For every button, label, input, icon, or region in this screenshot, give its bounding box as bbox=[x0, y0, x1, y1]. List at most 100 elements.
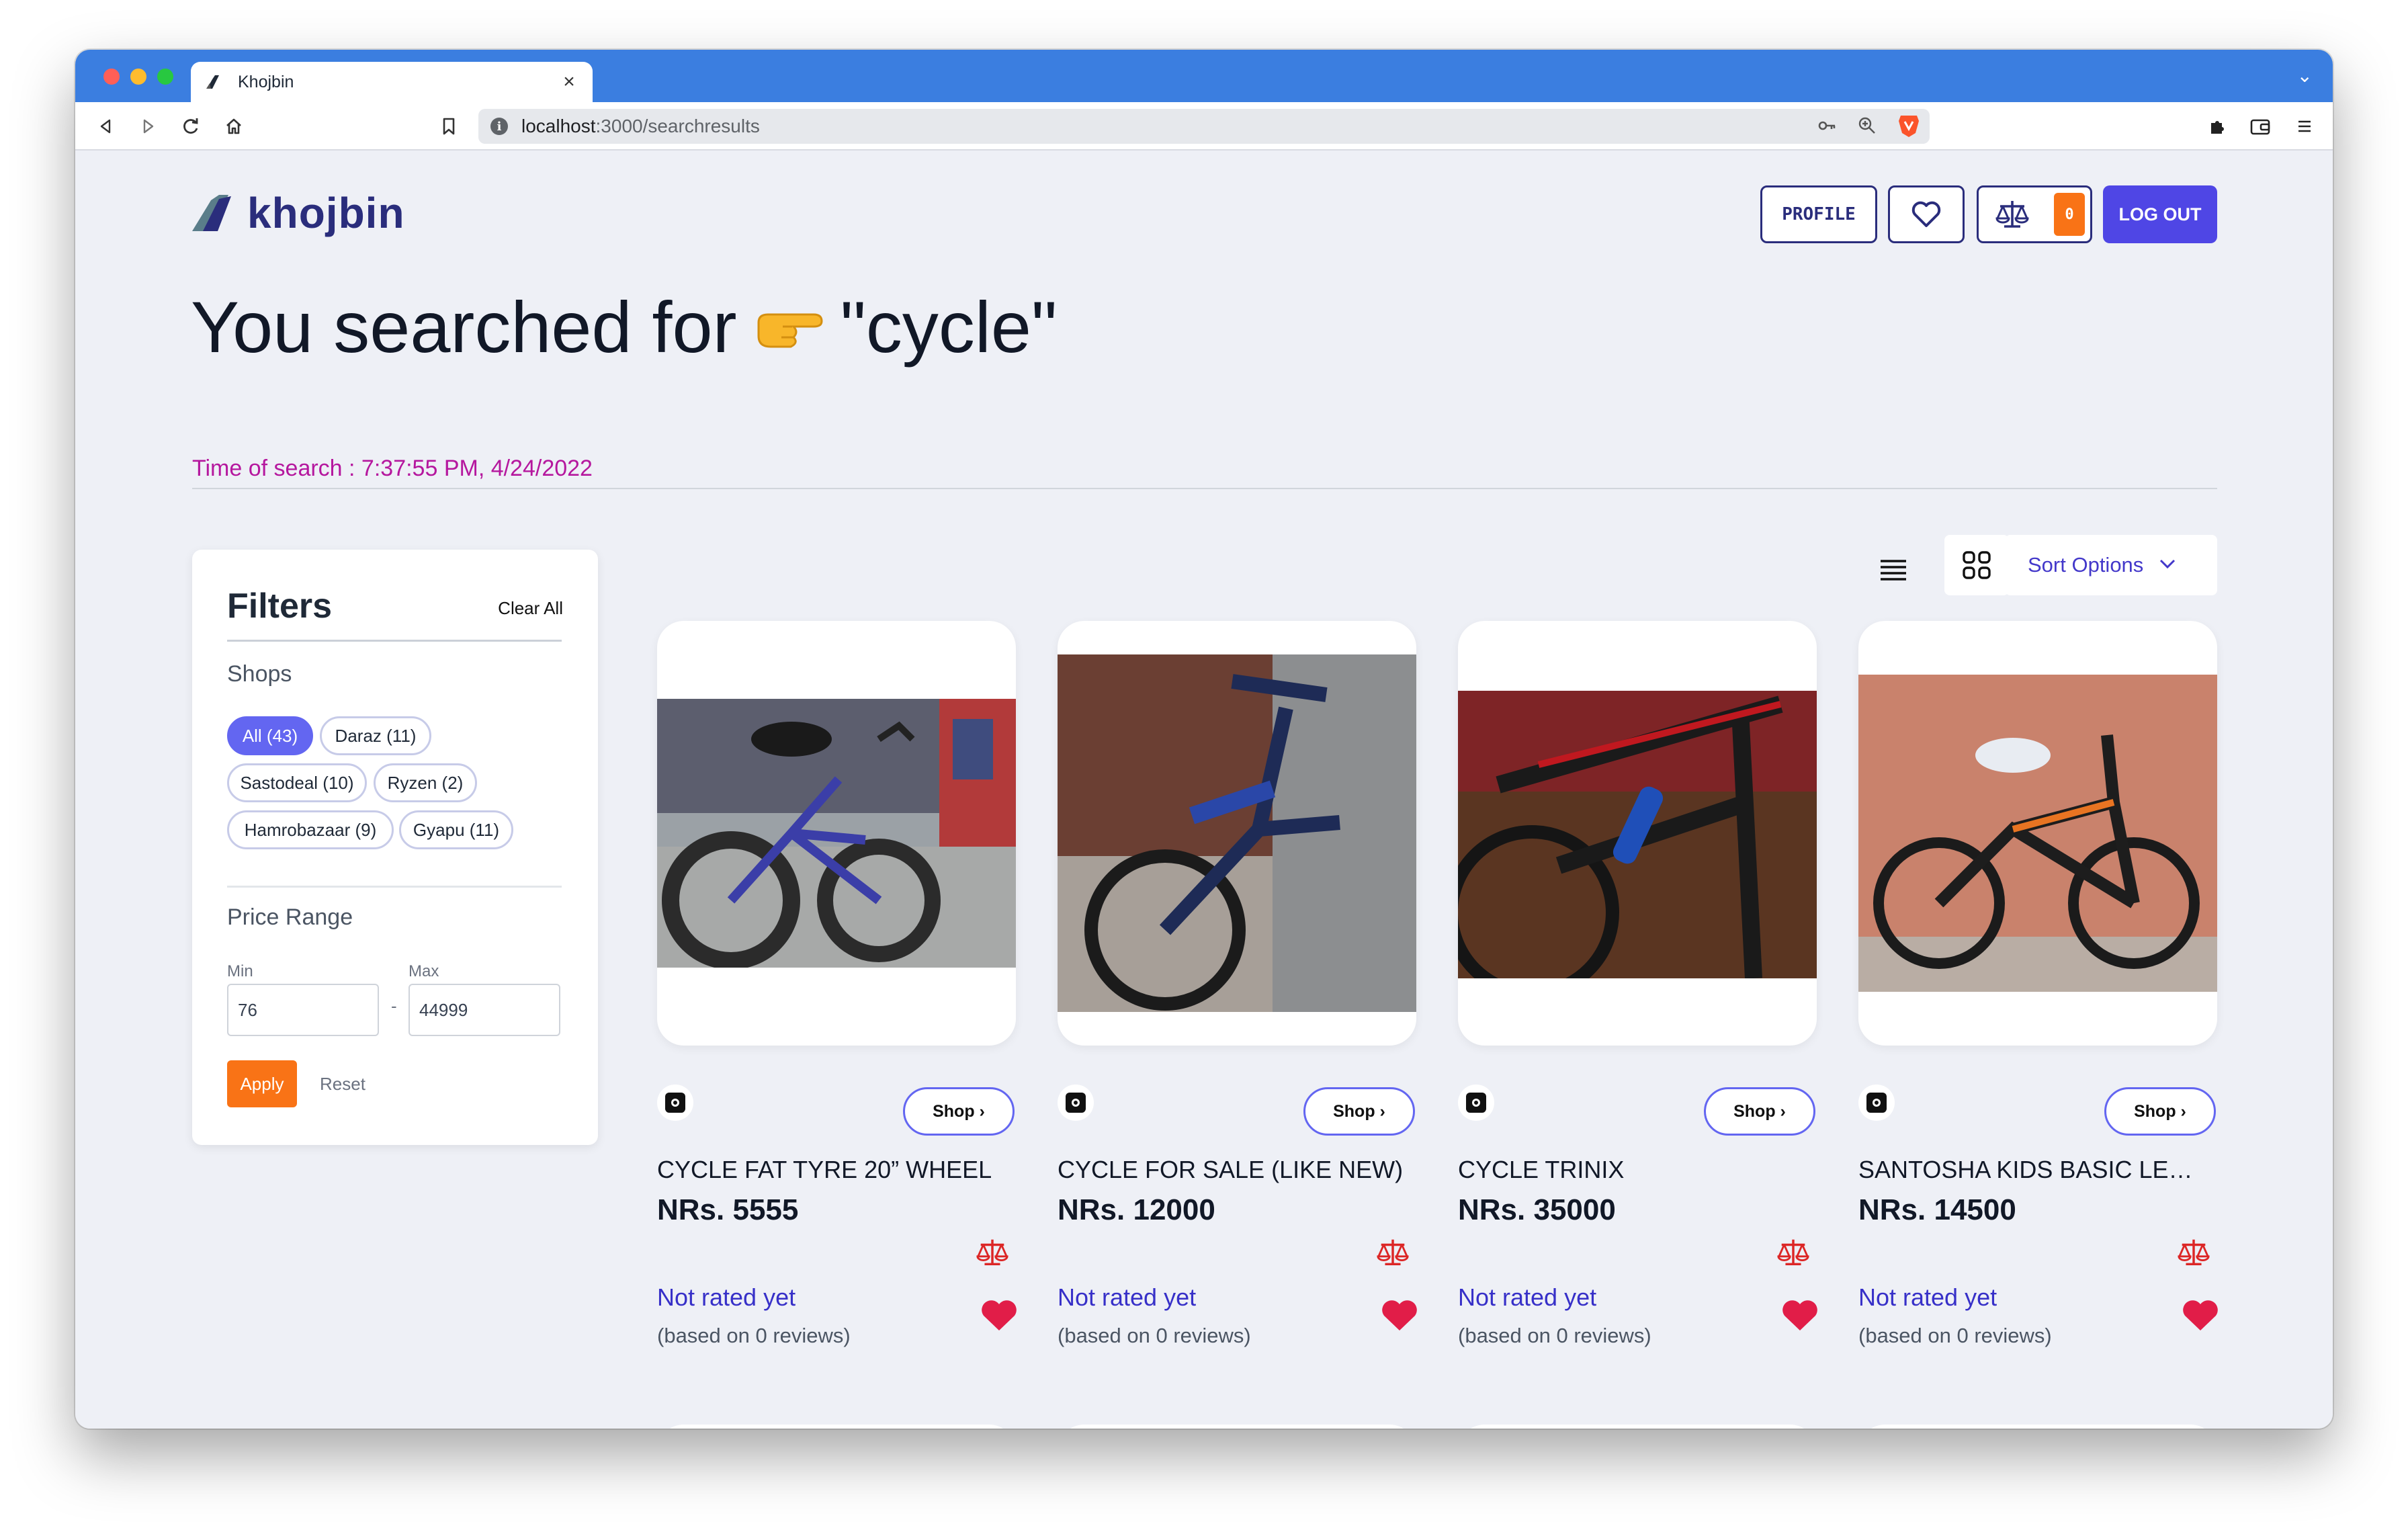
heart-outline-icon bbox=[1911, 201, 1941, 227]
url-path: :3000/searchresults bbox=[595, 116, 760, 136]
logo-text: khojbin bbox=[247, 189, 405, 237]
product-image-card[interactable] bbox=[1058, 621, 1416, 1046]
grid-view-icon bbox=[1963, 551, 1991, 579]
product-rating: Not rated yet bbox=[1058, 1283, 1197, 1311]
key-icon[interactable] bbox=[1817, 116, 1837, 136]
price-range-label: Price Range bbox=[227, 904, 353, 930]
shop-chip-hamrobazaar[interactable]: Hamrobazaar (9) bbox=[227, 810, 394, 849]
product-name[interactable]: CYCLE FAT TYRE 20” WHEEL bbox=[657, 1156, 1006, 1184]
menu-icon[interactable] bbox=[2292, 114, 2317, 138]
new-tab-button[interactable]: + bbox=[532, 59, 550, 93]
price-dash: - bbox=[391, 996, 397, 1016]
profile-button[interactable]: PROFILE bbox=[1760, 185, 1877, 243]
search-query: "cycle" bbox=[840, 286, 1058, 368]
product-price: NRs. 35000 bbox=[1458, 1193, 1616, 1226]
extensions-icon[interactable] bbox=[2205, 114, 2229, 138]
shop-logo-icon bbox=[657, 1085, 693, 1121]
product-name[interactable]: SANTOSHA KIDS BASIC LEVEL ... bbox=[1858, 1156, 2208, 1184]
scale-icon bbox=[1995, 201, 2029, 228]
heart-icon[interactable] bbox=[1380, 1298, 1419, 1333]
product-image-card[interactable] bbox=[657, 621, 1016, 1046]
header-divider bbox=[192, 488, 2217, 489]
min-price-input[interactable]: 76 bbox=[227, 984, 379, 1036]
url-host: localhost bbox=[521, 116, 596, 136]
product-rating: Not rated yet bbox=[1458, 1283, 1597, 1311]
product-image-card[interactable] bbox=[1858, 621, 2217, 1046]
address-bar[interactable]: i localhost :3000/searchresults bbox=[478, 109, 1930, 144]
product-price: NRs. 14500 bbox=[1858, 1193, 2016, 1226]
minimize-window-button[interactable] bbox=[130, 69, 146, 85]
product-image-card[interactable] bbox=[1458, 1425, 1817, 1429]
zoom-icon[interactable] bbox=[1857, 116, 1877, 136]
heart-icon[interactable] bbox=[2181, 1298, 2220, 1333]
search-heading: You searched for "cycle" bbox=[191, 285, 1057, 369]
list-view-icon bbox=[1881, 560, 1906, 581]
forward-icon[interactable] bbox=[136, 114, 160, 138]
compare-scale-icon[interactable] bbox=[976, 1236, 1009, 1269]
close-window-button[interactable] bbox=[103, 69, 120, 85]
close-tab-icon[interactable]: × bbox=[559, 71, 579, 93]
shop-button[interactable]: Shop › bbox=[903, 1087, 1015, 1136]
heart-icon[interactable] bbox=[1780, 1298, 1819, 1333]
shop-chip-sastodeal[interactable]: Sastodeal (10) bbox=[227, 763, 367, 802]
home-icon[interactable] bbox=[222, 114, 246, 138]
min-price-label: Min bbox=[227, 962, 253, 980]
product-rating: Not rated yet bbox=[1858, 1283, 1997, 1311]
shop-button[interactable]: Shop › bbox=[1303, 1087, 1415, 1136]
shop-chip-gyapu[interactable]: Gyapu (11) bbox=[399, 810, 513, 849]
shop-button[interactable]: Shop › bbox=[2104, 1087, 2216, 1136]
shop-logo-icon bbox=[1058, 1085, 1094, 1121]
favorites-button[interactable] bbox=[1888, 185, 1965, 243]
reload-icon[interactable] bbox=[179, 114, 203, 138]
khojbin-logo[interactable]: khojbin bbox=[191, 188, 405, 238]
apply-button[interactable]: Apply bbox=[227, 1060, 297, 1107]
product-review-count: (based on 0 reviews) bbox=[1858, 1324, 2052, 1347]
tab-bar: Khojbin × + ⌄ bbox=[75, 50, 2333, 102]
shops-label: Shops bbox=[227, 661, 292, 687]
product-photo bbox=[1458, 691, 1817, 978]
product-image-card[interactable] bbox=[1058, 1425, 1416, 1429]
sort-options-label: Sort Options bbox=[2028, 553, 2144, 577]
brave-icon[interactable] bbox=[1897, 113, 1920, 138]
product-image-card[interactable] bbox=[1458, 621, 1817, 1046]
compare-scale-icon[interactable] bbox=[1376, 1236, 1410, 1269]
khojbin-logo-icon bbox=[192, 195, 231, 231]
product-image-card[interactable] bbox=[657, 1425, 1016, 1429]
compare-button[interactable]: 0 bbox=[1977, 185, 2092, 243]
info-icon[interactable]: i bbox=[490, 118, 508, 135]
product-review-count: (based on 0 reviews) bbox=[1058, 1324, 1251, 1347]
product-photo bbox=[657, 699, 1016, 968]
sort-options-dropdown[interactable]: Sort Options bbox=[2005, 535, 2217, 595]
heart-icon[interactable] bbox=[980, 1298, 1019, 1333]
compare-scale-icon[interactable] bbox=[2177, 1236, 2210, 1269]
shop-chip-ryzen[interactable]: Ryzen (2) bbox=[374, 763, 477, 802]
wallet-icon[interactable] bbox=[2248, 114, 2272, 138]
product-rating: Not rated yet bbox=[657, 1283, 796, 1311]
shop-chip-all[interactable]: All (43) bbox=[227, 716, 313, 755]
shop-button[interactable]: Shop › bbox=[1704, 1087, 1815, 1136]
chevron-down-icon bbox=[2159, 559, 2176, 569]
list-view-button[interactable] bbox=[1873, 550, 1914, 590]
browser-window: Khojbin × + ⌄ i localhost :3000/searchre… bbox=[75, 50, 2333, 1429]
compare-scale-icon[interactable] bbox=[1776, 1236, 1810, 1269]
maximize-window-button[interactable] bbox=[157, 69, 173, 85]
logout-button[interactable]: LOG OUT bbox=[2103, 185, 2217, 243]
max-price-label: Max bbox=[408, 962, 439, 980]
max-price-input[interactable]: 44999 bbox=[408, 984, 560, 1036]
filters-title: Filters bbox=[227, 587, 333, 626]
product-review-count: (based on 0 reviews) bbox=[657, 1324, 851, 1347]
back-icon[interactable] bbox=[94, 114, 118, 138]
khojbin-favicon-icon bbox=[206, 75, 219, 89]
product-name[interactable]: CYCLE TRINIX bbox=[1458, 1156, 1807, 1184]
browser-toolbar: i localhost :3000/searchresults bbox=[75, 102, 2333, 151]
product-image-card[interactable] bbox=[1858, 1425, 2217, 1429]
bookmark-icon[interactable] bbox=[437, 114, 461, 138]
product-review-count: (based on 0 reviews) bbox=[1458, 1324, 1651, 1347]
tab-list-chevron-icon[interactable]: ⌄ bbox=[2297, 65, 2313, 87]
shop-chip-daraz[interactable]: Daraz (11) bbox=[320, 716, 431, 755]
grid-view-button[interactable] bbox=[1944, 535, 2009, 595]
product-price: NRs. 5555 bbox=[657, 1193, 799, 1226]
clear-all-button[interactable]: Clear All bbox=[498, 598, 563, 619]
reset-button[interactable]: Reset bbox=[320, 1074, 366, 1095]
product-name[interactable]: CYCLE FOR SALE (LIKE NEW) bbox=[1058, 1156, 1407, 1184]
